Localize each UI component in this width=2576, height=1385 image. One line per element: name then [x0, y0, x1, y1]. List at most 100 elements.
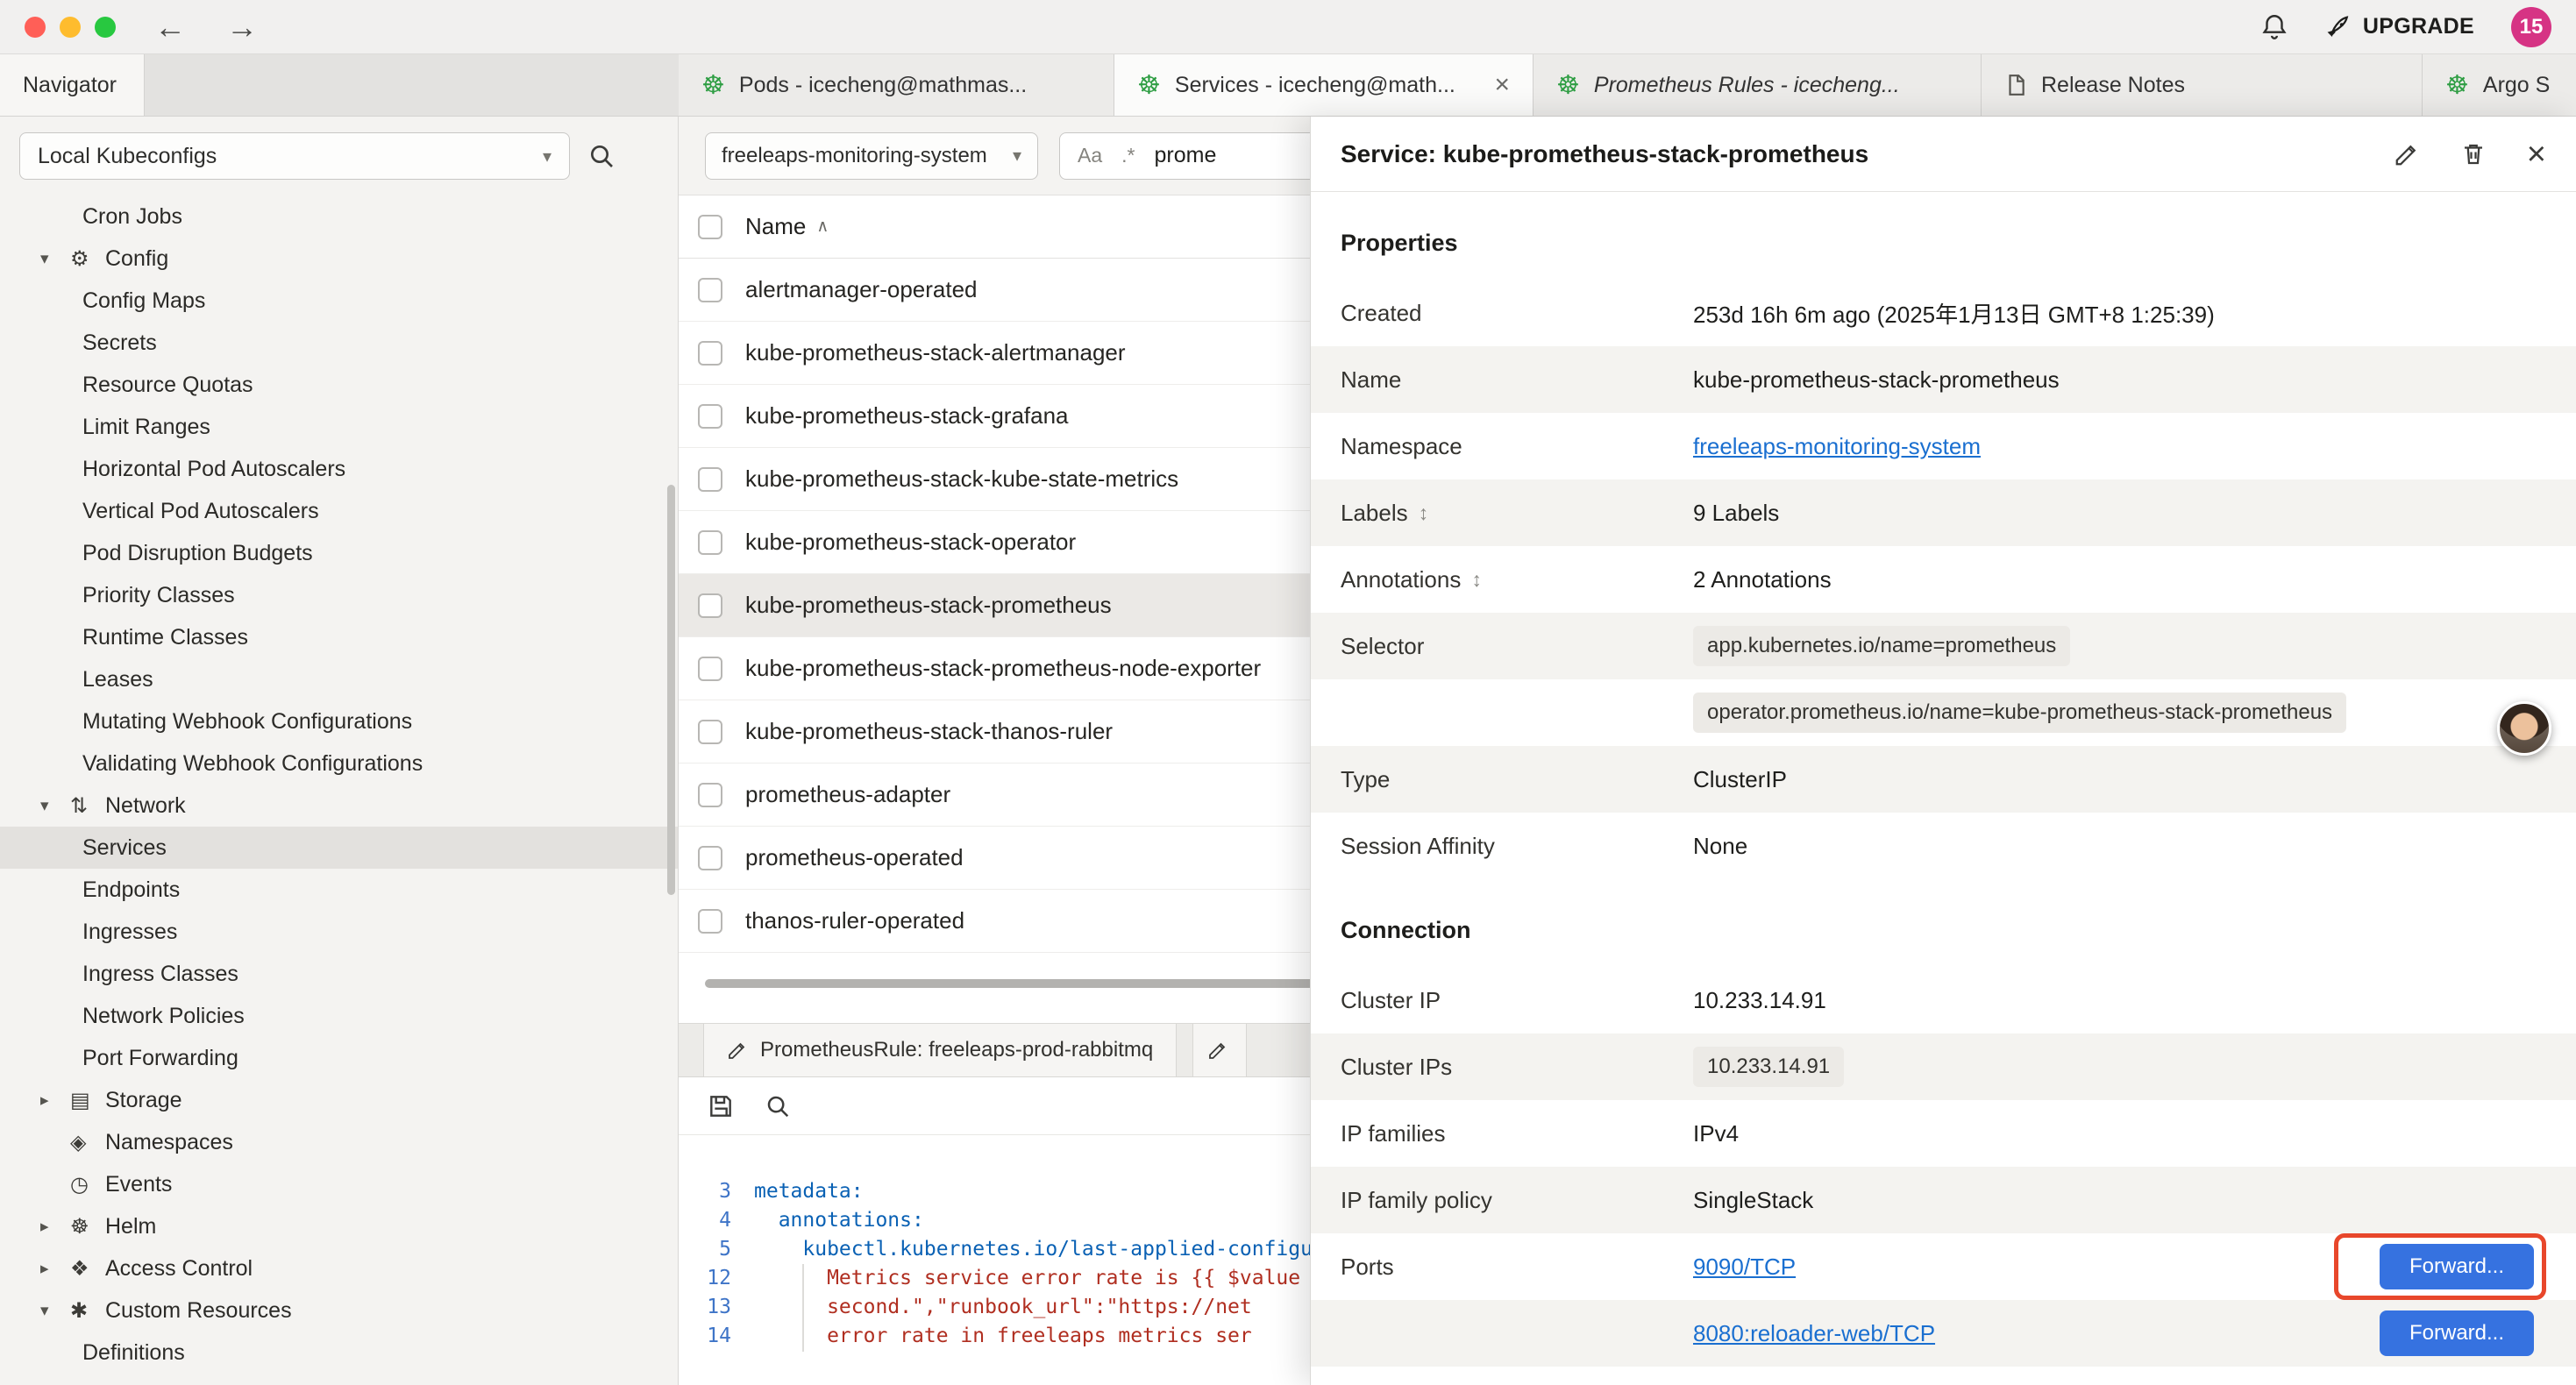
bell-icon[interactable]: [2259, 12, 2289, 42]
expand-toggle-icon[interactable]: ↕: [1471, 568, 1482, 592]
column-header-name[interactable]: Name ∧: [745, 213, 829, 240]
column-name-label: Name: [745, 213, 806, 240]
port-link[interactable]: 8080:reloader-web/TCP: [1693, 1320, 1935, 1347]
back-arrow-icon[interactable]: ←: [154, 9, 186, 46]
code-text: metadata:: [754, 1177, 864, 1206]
close-window-button[interactable]: [25, 17, 46, 38]
row-checkbox[interactable]: [698, 783, 722, 807]
sidebar-item-cron-jobs[interactable]: Cron Jobs: [0, 195, 678, 238]
delete-icon[interactable]: [2460, 141, 2487, 167]
sidebar-item-runtime-classes[interactable]: Runtime Classes: [0, 616, 678, 658]
chevron-down-icon[interactable]: ▾: [40, 249, 70, 269]
regex-toggle[interactable]: .*: [1121, 144, 1135, 167]
row-checkbox[interactable]: [698, 278, 722, 302]
token-key: kubectl.kubernetes.io/last-applied-confi…: [802, 1238, 1398, 1261]
sidebar-item-ingress-classes[interactable]: Ingress Classes: [0, 953, 678, 995]
chevron-down-icon[interactable]: ▾: [40, 796, 70, 816]
sidebar-scrollbar[interactable]: [667, 485, 675, 895]
chevron-right-icon[interactable]: ▸: [40, 1090, 70, 1111]
presence-avatar: [2497, 701, 2551, 756]
editor-tab-partial[interactable]: [1192, 1024, 1247, 1076]
notification-badge[interactable]: 15: [2511, 7, 2551, 47]
expand-toggle-icon[interactable]: ↕: [1419, 501, 1429, 525]
navigator-tab[interactable]: Navigator: [0, 54, 145, 116]
edit-icon[interactable]: [2394, 141, 2420, 167]
zoom-window-button[interactable]: [95, 17, 116, 38]
sidebar-item-vertical-pod-autoscalers[interactable]: Vertical Pod Autoscalers: [0, 490, 678, 532]
close-icon[interactable]: ×: [2527, 138, 2546, 171]
sidebar-item-limit-ranges[interactable]: Limit Ranges: [0, 406, 678, 448]
value-text: kube-prometheus-stack-prometheus: [1693, 366, 2060, 394]
sidebar-item-label: Events: [105, 1172, 172, 1197]
tab-release-notes[interactable]: Release Notes: [1982, 54, 2423, 116]
forward-button[interactable]: Forward...: [2380, 1244, 2534, 1289]
row-checkbox[interactable]: [698, 720, 722, 744]
token-string: Metrics service error rate is {{ $value: [827, 1267, 1300, 1289]
detail-value: SingleStack: [1693, 1187, 2576, 1214]
sidebar-item-ingresses[interactable]: Ingresses: [0, 911, 678, 953]
sidebar-item-mutating-webhook-configurations[interactable]: Mutating Webhook Configurations: [0, 700, 678, 742]
sidebar-item-port-forwarding[interactable]: Port Forwarding: [0, 1037, 678, 1079]
value-text: 9 Labels: [1693, 500, 1779, 527]
row-checkbox[interactable]: [698, 341, 722, 366]
editor-search-icon[interactable]: [765, 1093, 791, 1119]
sidebar-item-access-control[interactable]: ▸❖Access Control: [0, 1247, 678, 1289]
match-case-toggle[interactable]: Aa: [1078, 144, 1102, 167]
forward-button[interactable]: Forward...: [2380, 1310, 2534, 1356]
row-checkbox[interactable]: [698, 530, 722, 555]
port-link[interactable]: 9090/TCP: [1693, 1254, 1796, 1281]
row-name: kube-prometheus-stack-prometheus-node-ex…: [745, 655, 1261, 682]
upgrade-rocket-icon: [2326, 14, 2352, 40]
sidebar-item-endpoints[interactable]: Endpoints: [0, 869, 678, 911]
row-checkbox[interactable]: [698, 909, 722, 934]
tab-services-icecheng-math[interactable]: ☸Services - icecheng@math...×: [1114, 54, 1534, 116]
detail-label: Session Affinity: [1311, 833, 1693, 860]
sidebar-item-definitions[interactable]: Definitions: [0, 1332, 678, 1374]
row-checkbox[interactable]: [698, 467, 722, 492]
sidebar-item-pod-disruption-budgets[interactable]: Pod Disruption Budgets: [0, 532, 678, 574]
sidebar-item-custom-resources[interactable]: ▾✱Custom Resources: [0, 1289, 678, 1332]
sidebar-item-priority-classes[interactable]: Priority Classes: [0, 574, 678, 616]
tab-prometheus-rules-icecheng[interactable]: ☸Prometheus Rules - icecheng...: [1534, 54, 1982, 116]
row-checkbox[interactable]: [698, 846, 722, 870]
detail-label: IP families: [1311, 1120, 1693, 1147]
sidebar-item-events[interactable]: ◷Events: [0, 1163, 678, 1205]
minimize-window-button[interactable]: [60, 17, 81, 38]
row-checkbox[interactable]: [698, 404, 722, 429]
namespace-select[interactable]: freeleaps-monitoring-system ▾: [705, 132, 1038, 180]
sidebar-item-helm[interactable]: ▸☸Helm: [0, 1205, 678, 1247]
tab-pods-icecheng-mathmas[interactable]: ☸Pods - icecheng@mathmas...: [679, 54, 1114, 116]
detail-row-session-affinity: Session AffinityNone: [1311, 813, 2576, 879]
select-all-checkbox[interactable]: [698, 215, 722, 239]
drawer-header: Service: kube-prometheus-stack-prometheu…: [1311, 117, 2576, 192]
sidebar-item-namespaces[interactable]: ◈Namespaces: [0, 1121, 678, 1163]
value-link[interactable]: freeleaps-monitoring-system: [1693, 433, 1981, 460]
detail-label: Type: [1311, 766, 1693, 793]
sidebar-item-label: Port Forwarding: [82, 1046, 238, 1071]
tab-close-icon[interactable]: ×: [1482, 70, 1510, 100]
sidebar-item-network[interactable]: ▾⇅Network: [0, 785, 678, 827]
sidebar-item-storage[interactable]: ▸▤Storage: [0, 1079, 678, 1121]
chevron-down-icon[interactable]: ▾: [40, 1301, 70, 1321]
sidebar-item-leases[interactable]: Leases: [0, 658, 678, 700]
editor-tab-prometheusrule-freeleaps-prod-rabbitmq[interactable]: PrometheusRule: freeleaps-prod-rabbitmq: [703, 1024, 1177, 1076]
kubeconfig-select[interactable]: Local Kubeconfigs ▾: [19, 132, 570, 180]
chevron-right-icon[interactable]: ▸: [40, 1217, 70, 1237]
sidebar-item-horizontal-pod-autoscalers[interactable]: Horizontal Pod Autoscalers: [0, 448, 678, 490]
sidebar-item-network-policies[interactable]: Network Policies: [0, 995, 678, 1037]
sidebar-item-validating-webhook-configurations[interactable]: Validating Webhook Configurations: [0, 742, 678, 785]
sidebar-item-config-maps[interactable]: Config Maps: [0, 280, 678, 322]
save-icon[interactable]: [707, 1092, 735, 1120]
chevron-right-icon[interactable]: ▸: [40, 1259, 70, 1279]
sidebar-item-config[interactable]: ▾⚙Config: [0, 238, 678, 280]
sidebar-item-secrets[interactable]: Secrets: [0, 322, 678, 364]
row-checkbox[interactable]: [698, 657, 722, 681]
sidebar-item-label: Horizontal Pod Autoscalers: [82, 457, 345, 482]
sidebar-item-resource-quotas[interactable]: Resource Quotas: [0, 364, 678, 406]
sidebar-search-icon[interactable]: [587, 142, 616, 170]
forward-arrow-icon[interactable]: →: [226, 9, 258, 46]
upgrade-button[interactable]: UPGRADE: [2326, 14, 2474, 40]
row-checkbox[interactable]: [698, 593, 722, 618]
sidebar-item-services[interactable]: Services: [0, 827, 678, 869]
tab-argo-s[interactable]: ☸Argo S: [2423, 54, 2576, 116]
